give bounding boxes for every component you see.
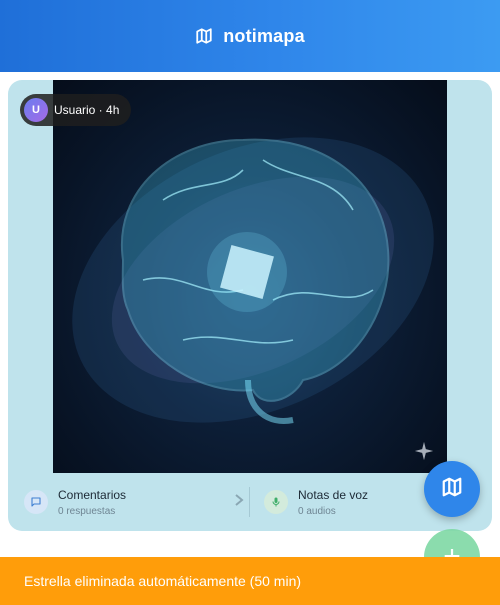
avatar: U xyxy=(24,98,48,122)
app-title: notimapa xyxy=(223,25,305,46)
sparkle-icon xyxy=(413,440,435,462)
map-button[interactable] xyxy=(424,461,480,517)
voice-notes-label: Notas de voz xyxy=(298,487,369,502)
voice-notes-button[interactable]: Notas de voz 0 audios xyxy=(250,473,368,531)
toast-message: Estrella eliminada automáticamente (50 m… xyxy=(24,573,302,589)
post-actions: Comentarios 0 respuestas Notas de voz 0 … xyxy=(8,473,492,531)
comments-label: Comentarios xyxy=(58,487,127,502)
microphone-icon xyxy=(264,490,288,514)
comments-button[interactable]: Comentarios 0 respuestas xyxy=(8,473,249,531)
chat-bubble-icon xyxy=(24,490,48,514)
post-image[interactable] xyxy=(53,80,447,473)
toast-notification: Estrella eliminada automáticamente (50 m… xyxy=(0,557,500,605)
app-header: notimapa xyxy=(0,0,500,72)
author-chip[interactable]: U Usuario · 4h xyxy=(20,94,132,126)
map-icon xyxy=(195,27,213,45)
voice-notes-count: 0 audios xyxy=(298,505,336,517)
chevron-right-icon xyxy=(233,493,245,512)
author-time: Usuario · 4h xyxy=(54,103,120,117)
comments-count: 0 respuestas xyxy=(58,505,116,517)
post-card[interactable]: U Usuario · 4h Comentarios 0 respuestas … xyxy=(8,80,492,531)
map-icon xyxy=(441,476,463,503)
